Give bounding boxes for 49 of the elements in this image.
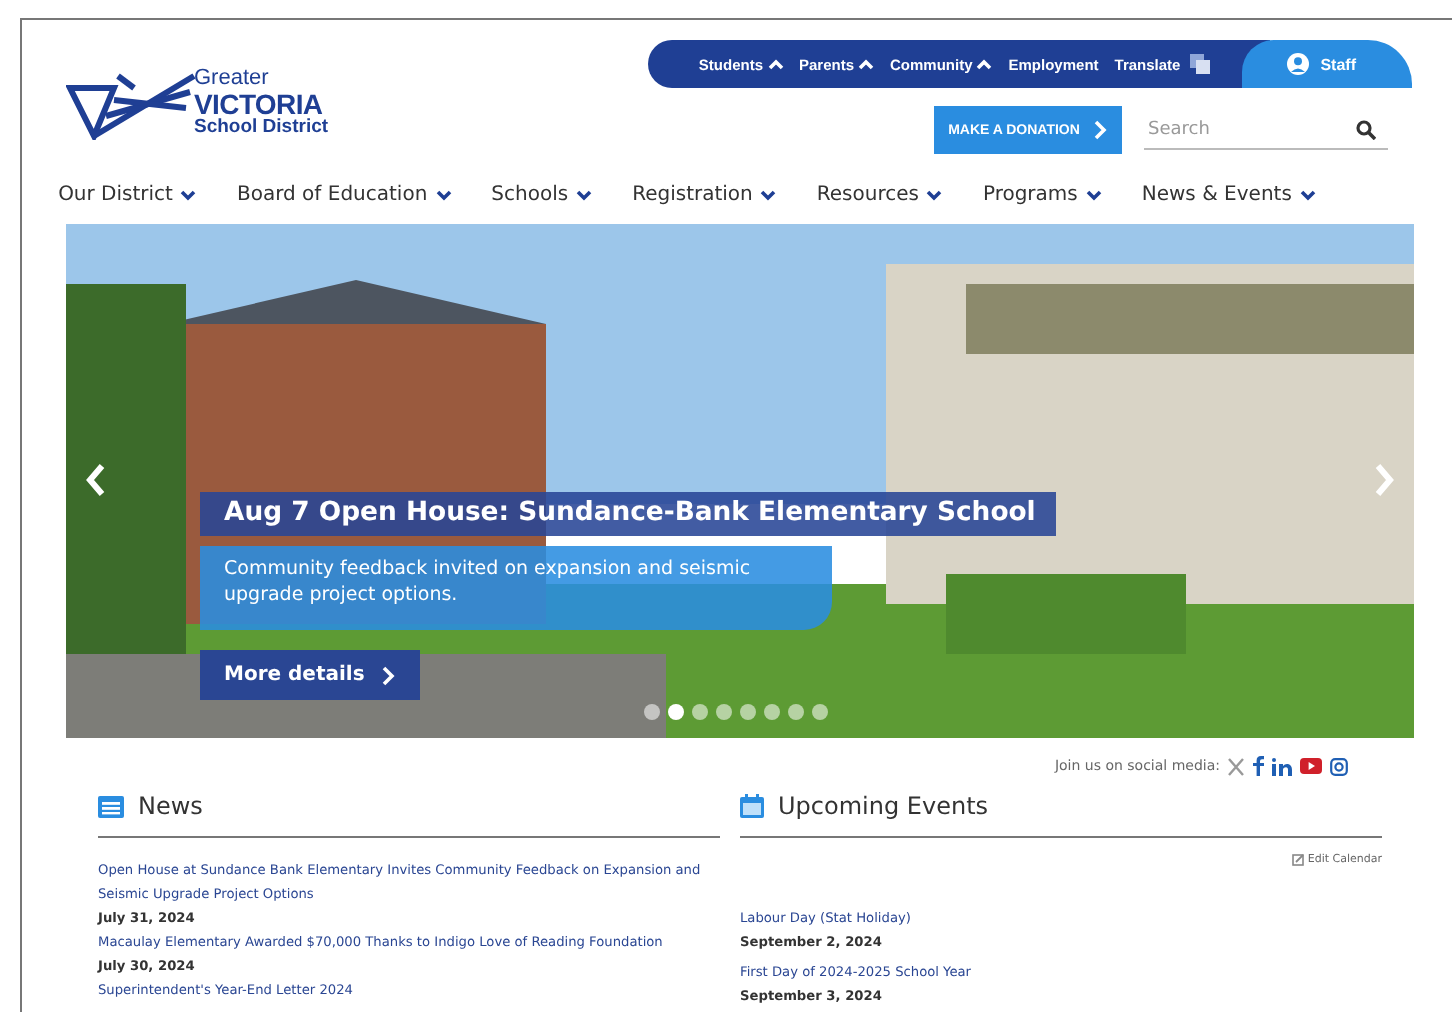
- staff-link[interactable]: Staff: [1242, 40, 1412, 88]
- camera-icon: [1330, 757, 1348, 775]
- main-nav-link[interactable]: Registration: [632, 183, 777, 205]
- slide-dot[interactable]: [764, 704, 780, 720]
- search-icon: [1356, 119, 1376, 139]
- section-heading: Upcoming Events: [778, 792, 989, 820]
- section-heading: News: [138, 792, 203, 820]
- newspaper-icon: [98, 795, 124, 817]
- next-slide-icon[interactable]: [1374, 464, 1394, 496]
- chevron-right-icon: [380, 665, 397, 685]
- previous-slide-icon[interactable]: [86, 464, 106, 496]
- video-play-icon: [1300, 758, 1322, 774]
- caret-down-icon: [180, 187, 197, 201]
- caret-down-icon: [926, 187, 943, 201]
- x-logo-icon: [1228, 757, 1244, 775]
- slide-caption: Community feedback invited on expansion and seismic upgrade project options.: [200, 546, 832, 630]
- caret-up-icon: [858, 57, 875, 71]
- logo-text: Greater: [194, 67, 271, 90]
- translate-icon: [1190, 54, 1211, 74]
- main-nav-link[interactable]: News & Events: [1141, 183, 1316, 205]
- slide-dot[interactable]: [788, 704, 804, 720]
- chevron-right-icon: [1091, 120, 1108, 140]
- slide-dot[interactable]: [692, 704, 708, 720]
- slide-dot[interactable]: [812, 704, 828, 720]
- caret-up-icon: [976, 57, 993, 71]
- caret-down-icon: [576, 187, 593, 201]
- more-details-button[interactable]: More details: [200, 650, 421, 700]
- logo-text: VICTORIA: [194, 89, 323, 118]
- slide-dot[interactable]: [644, 704, 660, 720]
- logo-text: School District: [194, 117, 329, 137]
- calendar-icon: [740, 794, 764, 818]
- main-nav-link[interactable]: Programs: [982, 183, 1102, 205]
- caret-down-icon: [760, 187, 777, 201]
- caret-down-icon: [1085, 187, 1102, 201]
- search-field[interactable]: Search: [1144, 119, 1328, 139]
- edit-icon: [1291, 854, 1304, 866]
- main-nav-link[interactable]: Schools: [491, 183, 593, 205]
- user-icon: [1286, 52, 1311, 76]
- linkedin-icon: [1272, 757, 1292, 775]
- main-nav-link[interactable]: Resources: [816, 183, 943, 205]
- slide-dot[interactable]: [740, 704, 756, 720]
- main-nav-link[interactable]: Board of Education: [236, 183, 452, 205]
- slide-dot[interactable]: [716, 704, 732, 720]
- caret-down-icon: [435, 187, 452, 201]
- main-nav-link[interactable]: Our District: [58, 183, 197, 205]
- facebook-icon: [1252, 756, 1264, 776]
- caret-down-icon: [1299, 187, 1316, 201]
- caret-up-icon: [767, 57, 783, 71]
- slide-title: Aug 7 Open House: Sundance-Bank Elementary School: [200, 492, 1056, 536]
